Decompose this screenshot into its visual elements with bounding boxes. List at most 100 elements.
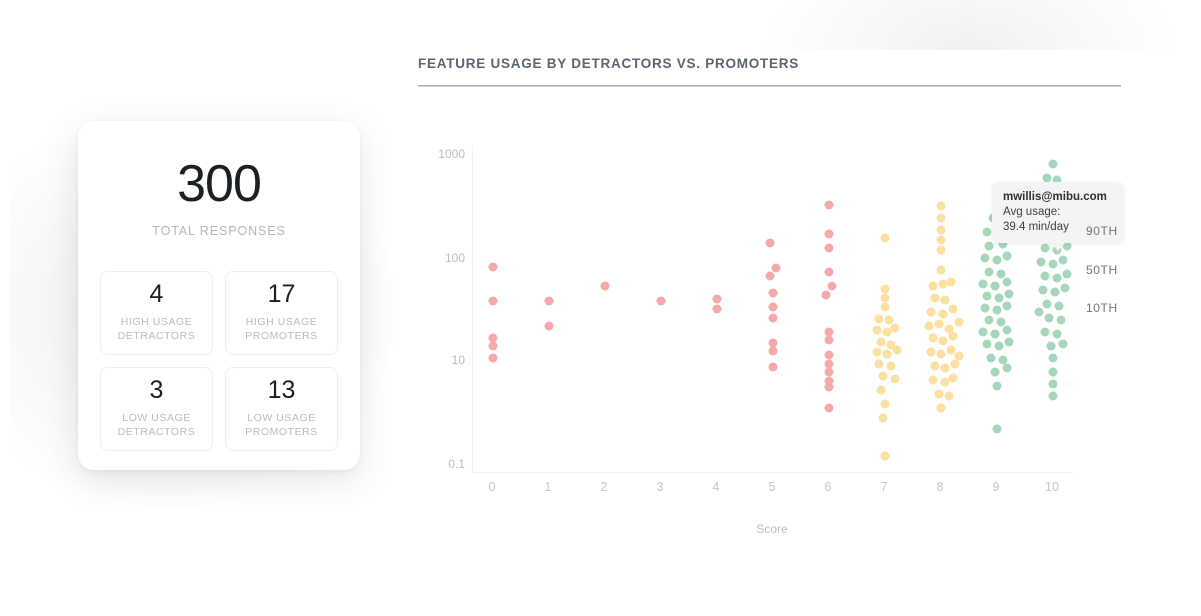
scatter-point[interactable] bbox=[1034, 307, 1044, 317]
scatter-point[interactable] bbox=[1060, 283, 1070, 293]
scatter-point[interactable] bbox=[880, 451, 890, 461]
scatter-point[interactable] bbox=[934, 389, 944, 399]
scatter-point[interactable] bbox=[1002, 277, 1012, 287]
scatter-point[interactable] bbox=[712, 304, 722, 314]
scatter-point[interactable] bbox=[1050, 287, 1060, 297]
scatter-point[interactable] bbox=[824, 367, 834, 377]
scatter-point[interactable] bbox=[768, 302, 778, 312]
scatter-point[interactable] bbox=[1004, 289, 1014, 299]
scatter-point[interactable] bbox=[928, 333, 938, 343]
scatter-point[interactable] bbox=[992, 424, 1002, 434]
scatter-point[interactable] bbox=[954, 317, 964, 327]
scatter-point[interactable] bbox=[1058, 339, 1068, 349]
scatter-point[interactable] bbox=[950, 359, 960, 369]
scatter-point[interactable] bbox=[880, 293, 890, 303]
scatter-point[interactable] bbox=[1036, 257, 1046, 267]
scatter-point[interactable] bbox=[886, 361, 896, 371]
scatter-point[interactable] bbox=[1062, 269, 1072, 279]
scatter-point[interactable] bbox=[948, 331, 958, 341]
scatter-point[interactable] bbox=[928, 375, 938, 385]
scatter-point[interactable] bbox=[1048, 367, 1058, 377]
scatter-point[interactable] bbox=[936, 265, 946, 275]
scatter-point[interactable] bbox=[990, 329, 1000, 339]
scatter-point[interactable] bbox=[880, 233, 890, 243]
scatter-point[interactable] bbox=[982, 339, 992, 349]
scatter-point[interactable] bbox=[488, 341, 498, 351]
scatter-point[interactable] bbox=[984, 241, 994, 251]
scatter-point[interactable] bbox=[936, 235, 946, 245]
scatter-point[interactable] bbox=[926, 307, 936, 317]
scatter-point[interactable] bbox=[1002, 325, 1012, 335]
scatter-point[interactable] bbox=[880, 302, 890, 312]
scatter-point[interactable] bbox=[936, 245, 946, 255]
scatter-point[interactable] bbox=[768, 313, 778, 323]
scatter-point[interactable] bbox=[982, 227, 992, 237]
scatter-point[interactable] bbox=[978, 327, 988, 337]
scatter-point[interactable] bbox=[944, 391, 954, 401]
scatter-point[interactable] bbox=[1048, 391, 1058, 401]
scatter-point[interactable] bbox=[768, 362, 778, 372]
scatter-point[interactable] bbox=[986, 353, 996, 363]
scatter-point[interactable] bbox=[824, 243, 834, 253]
scatter-point[interactable] bbox=[1046, 341, 1056, 351]
scatter-point[interactable] bbox=[656, 296, 666, 306]
scatter-point[interactable] bbox=[930, 361, 940, 371]
scatter-point[interactable] bbox=[936, 201, 946, 211]
scatter-point[interactable] bbox=[824, 200, 834, 210]
scatter-point[interactable] bbox=[821, 290, 831, 300]
scatter-point[interactable] bbox=[984, 267, 994, 277]
scatter-point[interactable] bbox=[876, 385, 886, 395]
scatter-point[interactable] bbox=[880, 399, 890, 409]
scatter-point[interactable] bbox=[1058, 255, 1068, 265]
scatter-point[interactable] bbox=[980, 303, 990, 313]
scatter-point[interactable] bbox=[1040, 271, 1050, 281]
scatter-point[interactable] bbox=[990, 281, 1000, 291]
scatter-point[interactable] bbox=[874, 359, 884, 369]
scatter-point[interactable] bbox=[1004, 337, 1014, 347]
scatter-point[interactable] bbox=[992, 381, 1002, 391]
scatter-point[interactable] bbox=[488, 353, 498, 363]
scatter-point[interactable] bbox=[1052, 273, 1062, 283]
scatter-point[interactable] bbox=[948, 373, 958, 383]
scatter-point[interactable] bbox=[940, 295, 950, 305]
scatter-point[interactable] bbox=[880, 284, 890, 294]
scatter-point[interactable] bbox=[1040, 327, 1050, 337]
scatter-point[interactable] bbox=[926, 347, 936, 357]
scatter-point[interactable] bbox=[824, 335, 834, 345]
scatter-point[interactable] bbox=[824, 267, 834, 277]
scatter-point[interactable] bbox=[824, 350, 834, 360]
scatter-point[interactable] bbox=[824, 229, 834, 239]
scatter-point[interactable] bbox=[938, 336, 948, 346]
scatter-point[interactable] bbox=[890, 323, 900, 333]
scatter-point[interactable] bbox=[924, 321, 934, 331]
scatter-point[interactable] bbox=[936, 213, 946, 223]
scatter-point[interactable] bbox=[488, 296, 498, 306]
scatter-point[interactable] bbox=[878, 413, 888, 423]
scatter-point[interactable] bbox=[600, 281, 610, 291]
scatter-point[interactable] bbox=[876, 337, 886, 347]
scatter-point[interactable] bbox=[544, 321, 554, 331]
scatter-point[interactable] bbox=[890, 374, 900, 384]
scatter-point[interactable] bbox=[882, 349, 892, 359]
scatter-point[interactable] bbox=[936, 403, 946, 413]
scatter-point[interactable] bbox=[768, 288, 778, 298]
scatter-point[interactable] bbox=[872, 347, 882, 357]
scatter-point[interactable] bbox=[992, 255, 1002, 265]
scatter-point[interactable] bbox=[1052, 329, 1062, 339]
scatter-point[interactable] bbox=[936, 349, 946, 359]
scatter-point[interactable] bbox=[1056, 315, 1066, 325]
scatter-point[interactable] bbox=[872, 325, 882, 335]
scatter-point[interactable] bbox=[980, 253, 990, 263]
scatter-point[interactable] bbox=[1048, 159, 1058, 169]
scatter-point[interactable] bbox=[1048, 353, 1058, 363]
scatter-point[interactable] bbox=[1048, 259, 1058, 269]
scatter-point[interactable] bbox=[771, 263, 781, 273]
scatter-point[interactable] bbox=[994, 293, 1004, 303]
scatter-point[interactable] bbox=[984, 315, 994, 325]
scatter-point[interactable] bbox=[488, 262, 498, 272]
scatter-point[interactable] bbox=[946, 277, 956, 287]
scatter-point[interactable] bbox=[712, 294, 722, 304]
scatter-point[interactable] bbox=[978, 279, 988, 289]
scatter-point[interactable] bbox=[824, 382, 834, 392]
scatter-point[interactable] bbox=[1002, 301, 1012, 311]
